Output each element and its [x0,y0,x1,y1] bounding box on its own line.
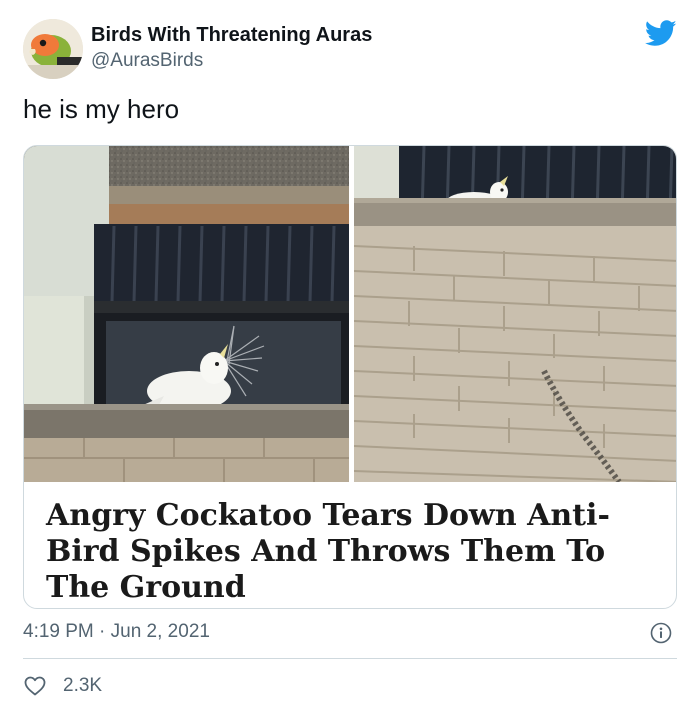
tweet-text: he is my hero [23,94,180,124]
article-headline[interactable]: Angry Cockatoo Tears Down Anti-Bird Spik… [46,498,656,606]
user-info: Birds With Threatening Auras @AurasBirds [91,23,372,73]
avatar[interactable] [23,19,83,79]
cockatoo-photo-right [354,146,676,482]
user-handle[interactable]: @AurasBirds [91,49,372,73]
cockatoo-photo-left [24,146,349,482]
article-card[interactable]: Angry Cockatoo Tears Down Anti-Bird Spik… [23,145,677,609]
tweet-card: Birds With Threatening Auras @AurasBirds… [0,0,700,713]
avatar-image [23,19,83,79]
heart-icon[interactable] [23,674,47,698]
display-name[interactable]: Birds With Threatening Auras [91,23,372,47]
divider [23,658,677,659]
tweet-timestamp[interactable]: 4:19 PM · Jun 2, 2021 [23,621,210,643]
like-count: 2.3K [63,675,103,696]
info-icon[interactable] [650,622,672,644]
like-action[interactable]: 2.3K [23,674,102,698]
twitter-bird-icon[interactable] [645,20,677,47]
